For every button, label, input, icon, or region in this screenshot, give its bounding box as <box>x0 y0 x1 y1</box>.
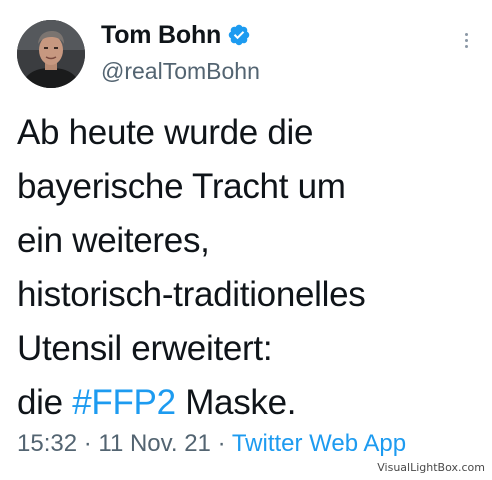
tweet-date[interactable]: 11 Nov. 21 <box>98 430 211 457</box>
tweet-meta: 15:32 · 11 Nov. 21 · Twitter Web App <box>17 428 406 460</box>
tweet-source-link[interactable]: Twitter Web App <box>232 430 406 457</box>
tweet-text-line: bayerische Tracht um <box>17 167 346 206</box>
avatar-photo-icon <box>17 20 85 88</box>
tweet-card: Tom Bohn @realTomBohn Ab heute wurde die… <box>0 0 492 480</box>
author-name-row: Tom Bohn <box>101 20 251 50</box>
tweet-text-line: ein weiteres, <box>17 221 210 260</box>
tweet-text-last-line: die #FFP2 Maske. <box>17 376 485 430</box>
tweet-text: Ab heute wurde die bayerische Tracht um … <box>17 106 485 430</box>
tweet-text-line: Ab heute wurde die <box>17 113 314 152</box>
tweet-text-suffix: Maske. <box>175 383 297 422</box>
tweet-text-line: Utensil erweitert: <box>17 329 273 368</box>
tweet-time[interactable]: 15:32 <box>17 430 77 457</box>
more-options-icon[interactable] <box>456 30 476 54</box>
author-handle[interactable]: @realTomBohn <box>101 58 260 85</box>
avatar[interactable] <box>17 20 85 88</box>
author-display-name[interactable]: Tom Bohn <box>101 21 221 50</box>
verified-badge-icon <box>228 24 250 46</box>
watermark: VisualLightBox.com <box>377 461 485 474</box>
hashtag-link[interactable]: #FFP2 <box>72 383 176 422</box>
tweet-text-line: historisch-traditionelles <box>17 275 366 314</box>
tweet-text-prefix: die <box>17 383 73 422</box>
meta-separator: · <box>77 430 99 457</box>
meta-separator: · <box>210 430 232 457</box>
